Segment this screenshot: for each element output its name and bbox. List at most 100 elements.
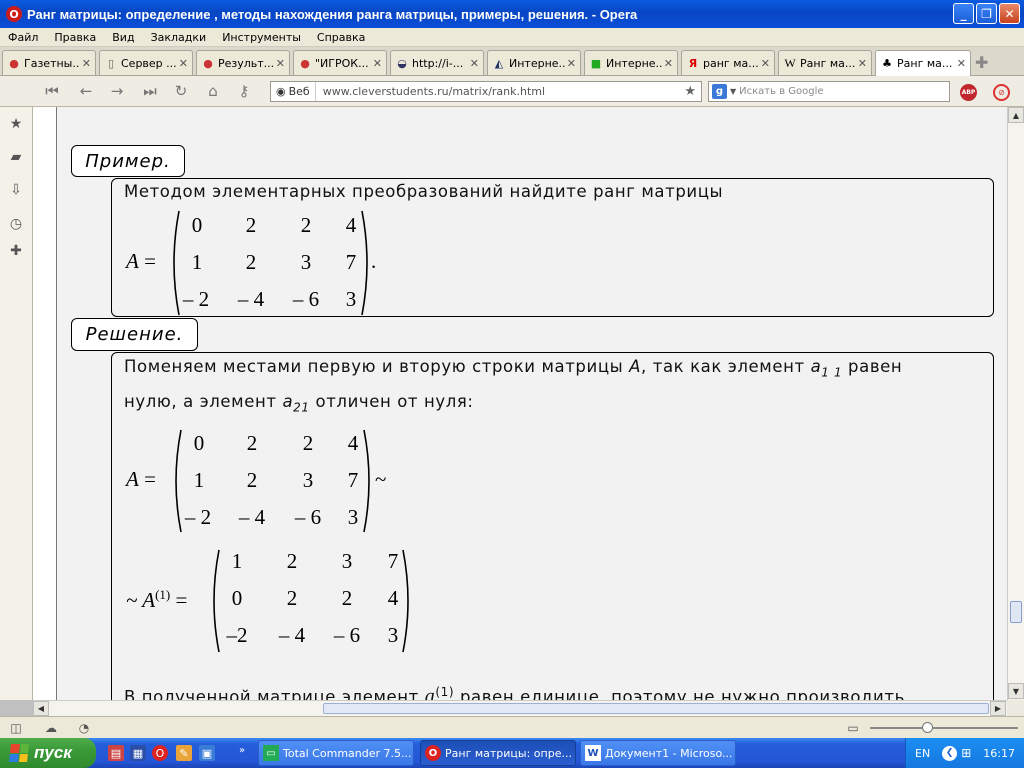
language-indicator[interactable]: EN <box>915 747 930 760</box>
tab-8[interactable]: Яранг ма... ✕ <box>681 50 775 75</box>
menu-bookmarks[interactable]: Закладки <box>143 31 215 44</box>
example-text: Методом элементарных преобразований найд… <box>124 182 724 201</box>
view-icon[interactable]: ▭ <box>845 720 861 736</box>
search-field[interactable]: g ▼ Искать в Google <box>708 81 950 102</box>
notes-icon[interactable]: ▰ <box>6 147 26 167</box>
bookmark-star-icon[interactable]: ★ <box>684 84 701 99</box>
tab-4[interactable]: ● "ИГРОК... ✕ <box>293 50 387 75</box>
chevron-icon[interactable]: » <box>234 742 250 758</box>
matrix-cell: – 2 <box>184 505 212 529</box>
scroll-down-icon[interactable]: ▼ <box>1008 683 1024 699</box>
close-tab-icon[interactable]: ✕ <box>373 57 382 70</box>
close-tab-icon[interactable]: ✕ <box>858 57 867 70</box>
close-tab-icon[interactable]: ✕ <box>276 57 285 70</box>
quicklaunch-opera-icon[interactable]: O <box>152 745 168 761</box>
tab-2[interactable]: ▯ Сервер ... ✕ <box>99 50 193 75</box>
matrix-cell: 0 <box>231 586 243 610</box>
web-info-button[interactable]: ◉ Веб <box>271 82 316 101</box>
downloads-icon[interactable]: ⇩ <box>6 180 26 200</box>
scroll-up-icon[interactable]: ▲ <box>1008 107 1024 123</box>
page-viewport: Пример. Методом элементарных преобразова… <box>33 107 1007 700</box>
hscroll-thumb[interactable] <box>323 703 989 714</box>
taskbar-total-commander[interactable]: ▭ Total Commander 7.5... <box>258 740 414 766</box>
tab-10-active[interactable]: ♣ Ранг ма... ✕ <box>875 50 971 76</box>
close-tab-icon[interactable]: ✕ <box>470 57 479 70</box>
clock: 16:17 <box>983 746 1015 760</box>
taskbar: пуск ▤ ▦ O ✎ ▣ » ▭ Total Commander 7.5...… <box>0 738 1024 768</box>
menu-bar: Файл Правка Вид Закладки Инструменты Спр… <box>0 28 1024 47</box>
cloud-icon[interactable]: ☁ <box>43 720 59 736</box>
taskbar-opera[interactable]: O Ранг матрицы: опре... <box>420 740 576 766</box>
minimize-button[interactable]: _ <box>953 3 974 24</box>
back-arrow-icon[interactable]: ❮ <box>942 745 958 761</box>
scroll-thumb[interactable] <box>1010 601 1022 623</box>
quicklaunch-icon[interactable]: ▣ <box>199 745 215 761</box>
scroll-right-icon[interactable]: ▶ <box>990 701 1006 716</box>
horizontal-scrollbar[interactable]: ◀ ▶ <box>33 700 1007 716</box>
network-icon[interactable]: ⊞ <box>961 746 971 760</box>
solution-line-2: нулю, а элемент a21 отличен от нуля: <box>124 392 474 415</box>
close-button[interactable]: ✕ <box>999 3 1020 24</box>
w-icon: W <box>784 55 796 70</box>
close-tab-icon[interactable]: ✕ <box>761 57 770 70</box>
menu-file[interactable]: Файл <box>0 31 46 44</box>
reload-icon[interactable]: ↻ <box>171 81 191 101</box>
key-icon[interactable]: ⚷ <box>234 81 254 101</box>
quicklaunch-icon[interactable]: ▦ <box>130 745 146 761</box>
forward-icon[interactable]: → <box>107 81 127 101</box>
matrix-cell: 1 <box>231 549 243 573</box>
ad-block-icon[interactable]: ⊘ <box>993 84 1010 101</box>
tab-9[interactable]: W Ранг ма... ✕ <box>778 50 872 75</box>
restore-button[interactable]: ❐ <box>976 3 997 24</box>
close-tab-icon[interactable]: ✕ <box>179 57 188 70</box>
close-tab-icon[interactable]: ✕ <box>567 57 576 70</box>
menu-edit[interactable]: Правка <box>46 31 104 44</box>
menu-view[interactable]: Вид <box>104 31 142 44</box>
zoom-slider[interactable] <box>870 722 1018 733</box>
home-icon[interactable]: ⌂ <box>203 81 223 101</box>
history-icon[interactable]: ◷ <box>6 214 26 234</box>
start-button[interactable]: пуск <box>0 738 96 768</box>
panel-toggle-icon[interactable]: ◫ <box>8 720 24 736</box>
zoom-knob[interactable] <box>922 722 933 733</box>
matrix-cell: 2 <box>286 549 298 573</box>
close-tab-icon[interactable]: ✕ <box>957 57 966 70</box>
address-bar[interactable]: ◉ Веб www.cleverstudents.ru/matrix/rank.h… <box>270 81 702 102</box>
right-paren-icon <box>402 549 409 653</box>
quicklaunch-icon[interactable]: ✎ <box>176 745 192 761</box>
new-tab-icon[interactable]: ✚ <box>975 53 988 72</box>
back-icon[interactable]: ← <box>76 81 96 101</box>
bookmarks-icon[interactable]: ★ <box>6 114 26 134</box>
solution-label: Решение. <box>71 318 198 351</box>
opera-icon: ● <box>9 56 19 70</box>
google-icon[interactable]: g <box>712 84 727 99</box>
adblock-plus-icon[interactable]: ABP <box>960 84 977 101</box>
matrix-cell: – 4 <box>278 623 306 647</box>
solution-line-1: Поменяем местами первую и вторую строки … <box>124 357 903 380</box>
scroll-left-icon[interactable]: ◀ <box>33 701 49 716</box>
quicklaunch-icon[interactable]: ▤ <box>108 745 124 761</box>
speed-dial-icon[interactable]: ◔ <box>76 720 92 736</box>
opera-icon: O <box>425 745 441 761</box>
vertical-scrollbar[interactable]: ▲ ▼ <box>1007 107 1024 700</box>
tab-6[interactable]: ◭ Интерне... ✕ <box>487 50 581 75</box>
tab-3[interactable]: ● Результ... ✕ <box>196 50 290 75</box>
chevron-down-icon[interactable]: ▼ <box>730 87 736 96</box>
add-panel-icon[interactable]: ✚ <box>6 241 26 261</box>
matrix-a1-label: ~ A(1) = <box>126 587 188 612</box>
status-bar: ◫ ☁ ◔ ▭ <box>0 716 1024 738</box>
close-tab-icon[interactable]: ✕ <box>664 57 673 70</box>
tab-1[interactable]: ● Газетны... ✕ <box>2 50 96 75</box>
close-tab-icon[interactable]: ✕ <box>82 57 91 70</box>
taskbar-word[interactable]: W Документ1 - Microso... <box>580 740 736 766</box>
globe-icon: ◒ <box>397 56 407 70</box>
yandex-icon: Я <box>688 56 698 70</box>
fast-forward-icon[interactable]: ⏭ <box>140 81 160 101</box>
url-field[interactable]: www.cleverstudents.ru/matrix/rank.html <box>316 85 685 98</box>
solution-line-3: В полученной матрице элемент a(1) равен … <box>124 685 905 700</box>
menu-tools[interactable]: Инструменты <box>214 31 309 44</box>
tab-5[interactable]: ◒ http://i-... ✕ <box>390 50 484 75</box>
tab-7[interactable]: ■ Интерне... ✕ <box>584 50 678 75</box>
menu-help[interactable]: Справка <box>309 31 373 44</box>
rewind-icon[interactable]: ⏮ <box>42 81 62 101</box>
